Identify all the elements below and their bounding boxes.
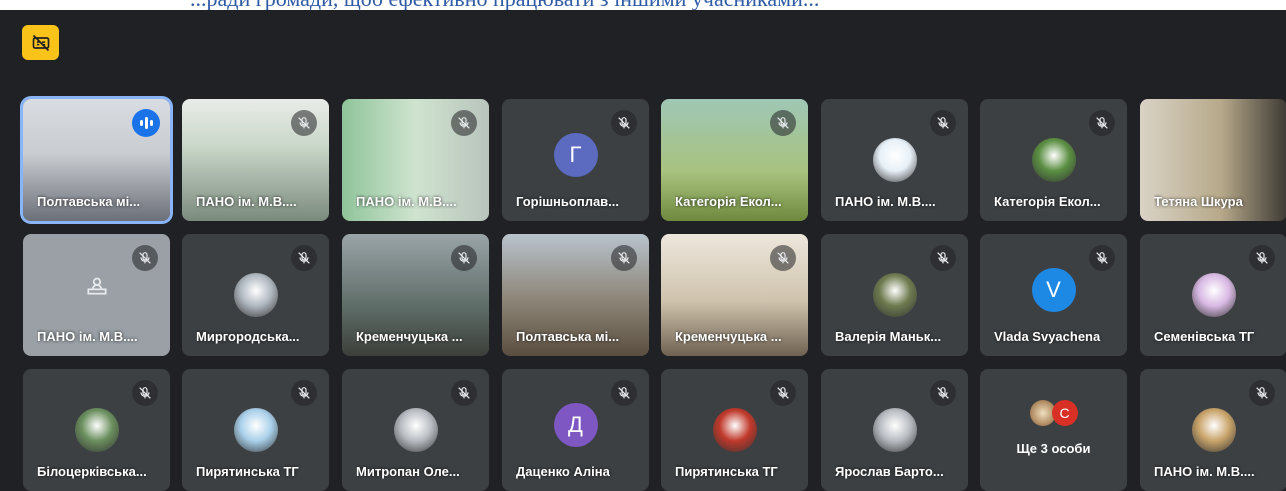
more-participants-label: Ще 3 особи (1016, 441, 1091, 456)
participant-tile[interactable]: Тетяна Шкура (1140, 99, 1286, 221)
participant-tile[interactable]: Семенівська ТГ (1140, 234, 1286, 356)
header-strip: ...ради громади, щоб ефективно працювати… (0, 0, 1286, 10)
participant-tile[interactable]: Д Даценко Аліна (502, 369, 649, 491)
mic-off-icon (291, 245, 317, 271)
mic-off-icon (1249, 245, 1275, 271)
participant-name: Пирятинська ТГ (675, 464, 778, 479)
mic-off-icon (451, 110, 477, 136)
participant-name: Полтавська мі... (516, 329, 620, 344)
participant-tile[interactable]: ПАНО ім. М.В.... (342, 99, 489, 221)
mic-off-icon (291, 110, 317, 136)
participant-tile[interactable]: Валерія Маньк... (821, 234, 968, 356)
participant-tile[interactable]: ПАНО ім. М.В.... (182, 99, 329, 221)
avatar (1191, 408, 1236, 452)
avatar (1191, 273, 1236, 317)
avatar: Г (553, 133, 598, 178)
participant-name: Валерія Маньк... (835, 329, 942, 344)
participant-name: Vlada Svyachena (994, 329, 1101, 344)
avatar (233, 408, 278, 452)
avatar (233, 273, 278, 317)
participant-name: Кременчуцька ... (356, 329, 463, 344)
avatar: С (1051, 399, 1078, 426)
avatar (872, 408, 917, 452)
participant-name: Тетяна Шкура (1154, 194, 1243, 209)
mic-off-icon (770, 245, 796, 271)
participant-name: ПАНО ім. М.В.... (835, 194, 936, 209)
participant-tile[interactable]: Категорія Екол... (661, 99, 808, 221)
avatar (712, 408, 757, 452)
participant-tile[interactable]: Білоцерківська... (23, 369, 170, 491)
participant-name: ПАНО ім. М.В.... (37, 329, 138, 344)
participant-tile[interactable]: ПАНО ім. М.В.... (821, 99, 968, 221)
avatar (872, 138, 917, 182)
participant-tile[interactable]: Кременчуцька ... (661, 234, 808, 356)
participant-tile[interactable]: V Vlada Svyachena (980, 234, 1127, 356)
mic-off-icon (770, 110, 796, 136)
mic-off-icon (1249, 380, 1275, 406)
mic-off-icon (611, 110, 637, 136)
avatar (393, 408, 438, 452)
participant-name: Полтавська мі... (37, 194, 141, 209)
participant-tile[interactable]: Митропан Оле... (342, 369, 489, 491)
mic-off-icon (611, 380, 637, 406)
participant-name: Білоцерківська... (37, 464, 147, 479)
participant-name: Митропан Оле... (356, 464, 460, 479)
participant-tile[interactable]: Пирятинська ТГ (182, 369, 329, 491)
mic-off-icon (930, 110, 956, 136)
speaking-indicator-icon (132, 109, 160, 137)
mic-off-icon (1089, 110, 1115, 136)
participant-tile[interactable]: Полтавська мі... (502, 234, 649, 356)
participant-name: Кременчуцька ... (675, 329, 782, 344)
captions-off-icon (32, 34, 49, 51)
mic-off-icon (930, 380, 956, 406)
participant-tile[interactable]: Полтавська мі... (23, 99, 170, 221)
mic-off-icon (451, 245, 477, 271)
participant-name: Даценко Аліна (516, 464, 610, 479)
participant-tile[interactable]: Миргородська... (182, 234, 329, 356)
participant-name: Миргородська... (196, 329, 300, 344)
avatar (1031, 138, 1076, 182)
participant-tile[interactable]: ПАНО ім. М.В.... (23, 234, 170, 356)
participant-name: Категорія Екол... (994, 194, 1101, 209)
participant-name: ПАНО ім. М.В.... (196, 194, 297, 209)
header-partial-text: ...ради громади, щоб ефективно працювати… (190, 0, 819, 10)
captions-toggle-button[interactable] (22, 25, 59, 60)
participant-name: Категорія Екол... (675, 194, 782, 209)
participant-name: Горішньоплав... (516, 194, 620, 209)
participant-tile[interactable]: Категорія Екол... (980, 99, 1127, 221)
mic-off-icon (1089, 245, 1115, 271)
participant-tile[interactable]: Пирятинська ТГ (661, 369, 808, 491)
participant-name: ПАНО ім. М.В.... (1154, 464, 1255, 479)
mic-off-icon (930, 245, 956, 271)
participant-tile[interactable]: Г Горішньоплав... (502, 99, 649, 221)
mic-off-icon (132, 245, 158, 271)
avatar: Д (553, 403, 598, 448)
mic-off-icon (611, 245, 637, 271)
participant-name: Семенівська ТГ (1154, 329, 1255, 344)
avatar (872, 273, 917, 317)
avatar (74, 408, 119, 452)
mic-off-icon (451, 380, 477, 406)
mic-off-icon (770, 380, 796, 406)
participant-name: Пирятинська ТГ (196, 464, 299, 479)
participant-name: ПАНО ім. М.В.... (356, 194, 457, 209)
participant-tile[interactable]: С Ще 3 особи (980, 369, 1127, 491)
participant-tile[interactable]: ПАНО ім. М.В.... (1140, 369, 1286, 491)
avatar: V (1031, 268, 1076, 313)
more-participants-avatars: С (1029, 399, 1078, 426)
participant-tile[interactable]: Кременчуцька ... (342, 234, 489, 356)
mic-off-icon (132, 380, 158, 406)
presenting-device-icon (84, 272, 110, 298)
participant-tile[interactable]: Ярослав Барто... (821, 369, 968, 491)
participant-name: Ярослав Барто... (835, 464, 944, 479)
mic-off-icon (291, 380, 317, 406)
